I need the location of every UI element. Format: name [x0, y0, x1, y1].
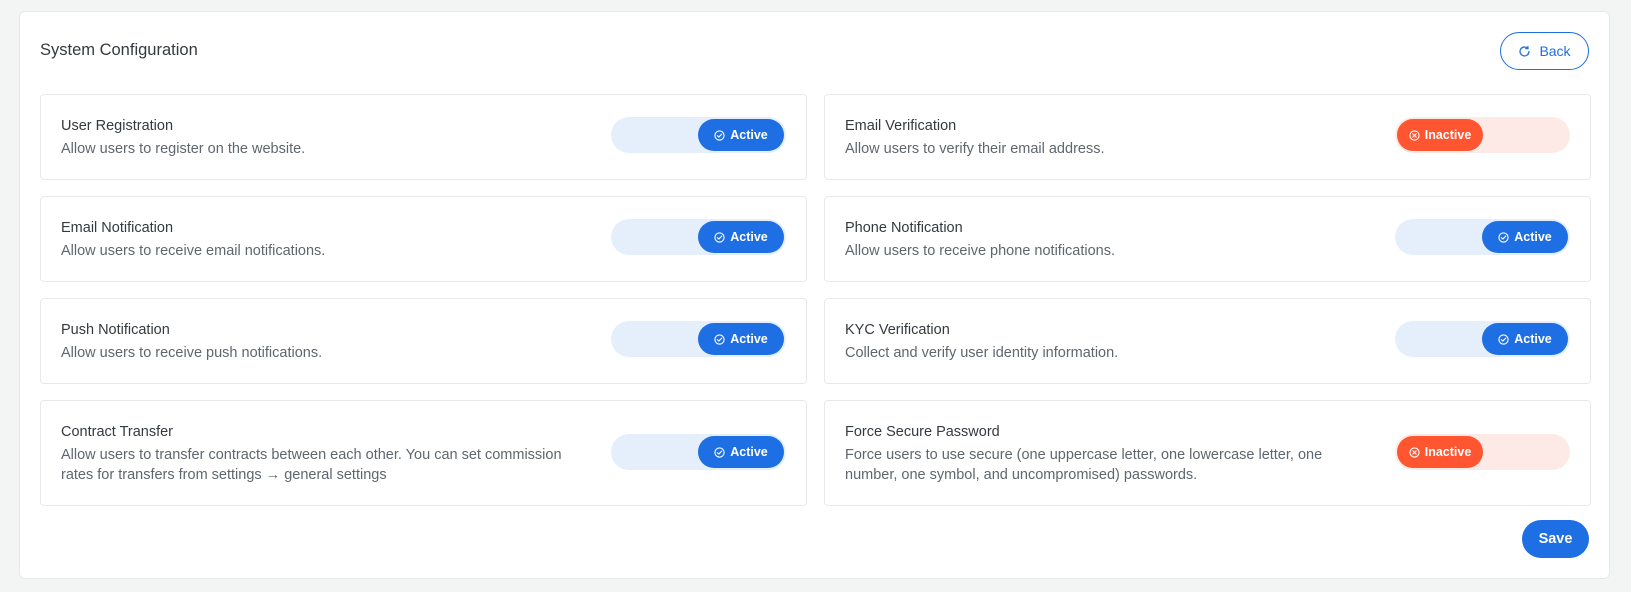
status-pill: Active — [698, 119, 784, 151]
status-label: Inactive — [1424, 128, 1472, 142]
setting-card-phone-notification: Phone Notification Allow users to receiv… — [824, 196, 1591, 282]
setting-card-user-registration: User Registration Allow users to registe… — [40, 94, 807, 180]
save-button[interactable]: Save — [1522, 520, 1589, 558]
status-pill: Active — [698, 323, 784, 355]
check-circle-icon — [714, 129, 725, 141]
refresh-icon — [1518, 45, 1531, 58]
settings-grid: User Registration Allow users to registe… — [40, 94, 1591, 522]
setting-card-contract-transfer: Contract Transfer Allow users to transfe… — [40, 400, 807, 506]
check-circle-icon — [714, 446, 725, 458]
status-pill: Inactive — [1397, 119, 1483, 151]
email-notification-toggle[interactable]: Active — [611, 219, 786, 255]
status-label: Inactive — [1424, 445, 1472, 459]
status-label: Active — [730, 332, 768, 346]
status-label: Active — [730, 128, 768, 142]
x-circle-icon — [1409, 129, 1420, 141]
setting-description: Force users to use secure (one uppercase… — [845, 447, 1323, 483]
phone-notification-toggle[interactable]: Active — [1395, 219, 1570, 255]
page-title: System Configuration — [40, 41, 198, 59]
setting-card-email-verification: Email Verification Allow users to verify… — [824, 94, 1591, 180]
status-pill: Active — [1482, 221, 1568, 253]
check-circle-icon — [714, 231, 725, 243]
push-notification-toggle[interactable]: Active — [611, 321, 786, 357]
contract-transfer-toggle[interactable]: Active — [611, 434, 786, 470]
setting-description: Allow users to verify their email addres… — [845, 141, 1105, 157]
setting-card-kyc-verification: KYC Verification Collect and verify user… — [824, 298, 1591, 384]
x-circle-icon — [1409, 446, 1420, 458]
status-label: Active — [1514, 230, 1552, 244]
status-pill: Active — [698, 436, 784, 468]
back-button-label: Back — [1539, 43, 1571, 59]
setting-card-push-notification: Push Notification Allow users to receive… — [40, 298, 807, 384]
status-label: Active — [730, 445, 768, 459]
check-circle-icon — [1498, 333, 1509, 345]
setting-description: Allow users to receive email notificatio… — [61, 243, 326, 259]
status-label: Active — [1514, 332, 1552, 346]
setting-description: Allow users to register on the website. — [61, 141, 306, 157]
setting-card-force-secure-password: Force Secure Password Force users to use… — [824, 400, 1591, 506]
setting-description: Collect and verify user identity informa… — [845, 345, 1119, 361]
setting-description: Allow users to receive phone notificatio… — [845, 243, 1116, 259]
setting-description: Allow users to transfer contracts betwee… — [61, 447, 562, 483]
setting-card-email-notification: Email Notification Allow users to receiv… — [40, 196, 807, 282]
status-label: Active — [730, 230, 768, 244]
status-pill: Active — [698, 221, 784, 253]
check-circle-icon — [714, 333, 725, 345]
back-button[interactable]: Back — [1500, 32, 1589, 70]
status-pill: Inactive — [1397, 436, 1483, 468]
email-verification-toggle[interactable]: Inactive — [1395, 117, 1570, 153]
force-secure-password-toggle[interactable]: Inactive — [1395, 434, 1570, 470]
system-configuration-panel: System Configuration Back User Registrat… — [19, 11, 1610, 579]
check-circle-icon — [1498, 231, 1509, 243]
setting-description: Allow users to receive push notification… — [61, 345, 323, 361]
user-registration-toggle[interactable]: Active — [611, 117, 786, 153]
kyc-verification-toggle[interactable]: Active — [1395, 321, 1570, 357]
status-pill: Active — [1482, 323, 1568, 355]
